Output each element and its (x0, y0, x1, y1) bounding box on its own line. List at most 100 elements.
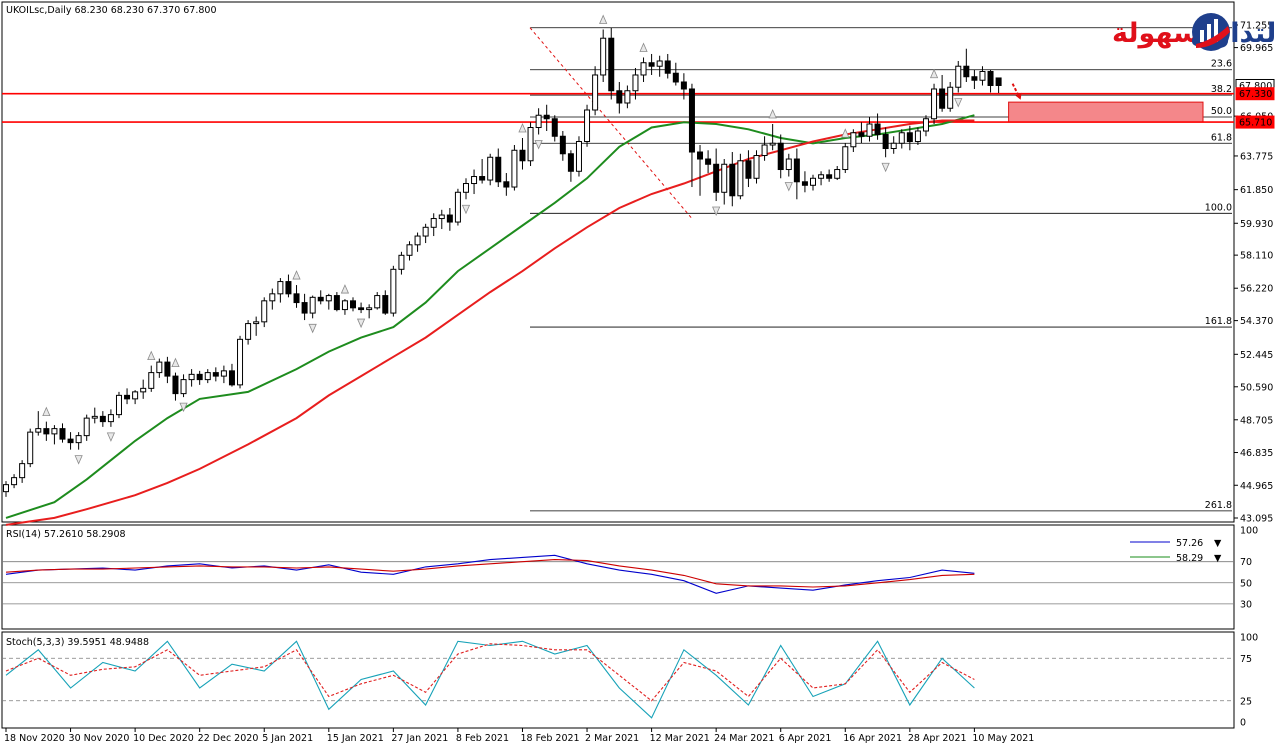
candle-body-up (761, 144, 768, 157)
brand-logo: بسهولة التداول (1112, 13, 1276, 51)
fib-label: 100.0 (1205, 202, 1232, 213)
chart-canvas: 23.638.250.061.8100.0161.8261.8 71.25569… (1, 1, 1276, 744)
candle (584, 104, 591, 147)
price-tick-label: 43.095 (1240, 514, 1273, 525)
fib-label: 161.8 (1205, 316, 1232, 327)
candle-body-down (608, 37, 615, 92)
candle-body-up (422, 226, 429, 237)
candle-body-up (83, 417, 90, 437)
fib-label: 261.8 (1205, 500, 1232, 511)
price-tick-label: 59.930 (1240, 219, 1273, 230)
time-tick-label: 27 Jan 2021 (391, 733, 448, 744)
candle-body-up (947, 86, 954, 109)
candle-body-up (132, 391, 139, 400)
candle-body-up (156, 361, 163, 374)
time-tick-label: 10 Dec 2020 (133, 733, 194, 744)
price-tick-label: 46.835 (1240, 448, 1273, 459)
time-tick-label: 18 Nov 2020 (4, 733, 65, 744)
candle-body-up (640, 62, 647, 76)
time-tick-label: 30 Nov 2020 (69, 733, 130, 744)
candle-body-up (398, 254, 405, 270)
candle-body-up (979, 70, 986, 81)
candle-body-down (333, 295, 340, 311)
candle-body-down (212, 372, 219, 377)
candle (390, 265, 397, 317)
candle-body-up (471, 176, 478, 185)
candle-body-down (963, 65, 970, 78)
candle-body-down (697, 151, 704, 160)
osc-tick-label: 75 (1240, 654, 1252, 665)
candle-body-down (285, 281, 292, 295)
price-tick-label: 52.445 (1240, 350, 1273, 361)
candle-body-up (35, 428, 42, 433)
candle-body-up (656, 60, 663, 67)
candle-body-up (140, 387, 147, 393)
fib-label: 23.6 (1211, 59, 1232, 70)
candle (753, 150, 760, 184)
candle-body-up (204, 372, 211, 381)
candle (27, 428, 34, 468)
candle-body-up (866, 123, 873, 137)
candle-body-down (995, 77, 1002, 86)
candle-body-down (543, 114, 550, 120)
candle-body-down (59, 428, 66, 440)
time-tick-label: 28 Apr 2021 (908, 733, 967, 744)
time-tick-label: 8 Feb 2021 (456, 733, 509, 744)
candle-body-down (664, 60, 671, 74)
candle-body-down (446, 214, 453, 223)
candle-body-up (366, 307, 373, 311)
stoch-title: Stoch(5,3,3) 39.5951 48.9488 (6, 637, 149, 648)
candle-body-up (890, 142, 897, 150)
candle (608, 27, 615, 100)
candle-body-up (11, 477, 18, 486)
candle-body-down (382, 295, 389, 314)
candle-body-up (75, 435, 82, 444)
time-tick-label: 15 Jan 2021 (327, 733, 384, 744)
price-tick-label: 50.590 (1240, 382, 1273, 393)
candle-body-down (99, 415, 106, 423)
candle-body-down (745, 160, 752, 179)
candle (237, 335, 244, 389)
candle-body-down (688, 88, 695, 153)
candle-body-up (374, 295, 381, 309)
candle-body-up (632, 74, 639, 92)
candle-body-up (842, 146, 849, 171)
candle-body-up (922, 118, 929, 132)
candle-body-down (672, 72, 679, 83)
candle-body-down (567, 153, 574, 172)
fib-label: 50.0 (1211, 106, 1232, 117)
candle-body-down (503, 181, 510, 188)
candle-body-down (350, 300, 357, 309)
candle-body-up (51, 428, 58, 435)
candle-body-down (196, 373, 203, 381)
candle-body-up (269, 293, 276, 302)
osc-tick-label: 30 (1240, 599, 1252, 610)
candle-body-up (462, 183, 469, 193)
candle-body-up (3, 484, 9, 493)
candle-body-up (430, 218, 437, 228)
candle-body-up (931, 88, 938, 120)
candle-body-up (785, 158, 792, 171)
candle (511, 145, 518, 191)
price-tick-label: 63.775 (1240, 151, 1273, 162)
candle-body-down (793, 158, 800, 183)
candle-body-up (188, 373, 195, 381)
candle-body-down (164, 361, 171, 377)
candle-body-up (753, 155, 760, 179)
price-tick-label: 56.220 (1240, 284, 1273, 295)
candle-body-down (358, 307, 365, 311)
candle-body-up (414, 235, 421, 246)
candle (737, 153, 744, 200)
time-tick-label: 18 Feb 2021 (520, 733, 579, 744)
price-tick-label: 61.850 (1240, 185, 1273, 196)
candle-body-up (511, 149, 518, 188)
candle-body-down (705, 158, 712, 165)
main-panel-frame (1, 1, 1235, 523)
candle-body-up (253, 321, 260, 325)
candle (115, 391, 122, 419)
time-tick-label: 2 Mar 2021 (585, 733, 639, 744)
candle-body-up (584, 109, 591, 143)
candle (842, 143, 849, 174)
chart-header: UKOILsc,Daily 68.230 68.230 67.370 67.80… (6, 5, 217, 16)
candle-body-down (519, 149, 526, 162)
